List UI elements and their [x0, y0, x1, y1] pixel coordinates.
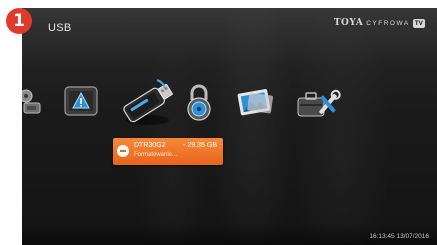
- date-time: 16:13:45 13/07/2016: [369, 233, 429, 240]
- pictures-icon[interactable]: [234, 86, 276, 118]
- brand-logo: TOYA CYFROWA TV: [334, 18, 425, 28]
- device-size: - 29.35 GB: [183, 142, 217, 149]
- brand-tv-badge: TV: [412, 18, 425, 28]
- lock-icon[interactable]: [182, 82, 216, 122]
- page-title: USB: [48, 22, 72, 34]
- tv-screen: USB TOYA CYFROWA TV DTR30G2 - 29.35 GB F…: [22, 8, 437, 245]
- multimedia-icon[interactable]: [22, 86, 44, 116]
- disc-icon: [117, 145, 129, 157]
- brand-sub: CYFROWA: [366, 19, 410, 27]
- usb-device-card[interactable]: DTR30G2 - 29.35 GB Formatowanie...: [113, 138, 223, 165]
- menu-carousel: [22, 74, 437, 134]
- step-badge: 1: [6, 8, 32, 34]
- brand-name: TOYA: [333, 18, 364, 28]
- tools-icon[interactable]: [294, 86, 342, 122]
- device-name: DTR30G2: [134, 142, 166, 149]
- info-icon[interactable]: [62, 84, 100, 118]
- device-status: Formatowanie...: [134, 152, 178, 158]
- status-bar: 16:13:45 13/07/2016: [22, 223, 437, 245]
- usb-drive-icon[interactable]: [117, 74, 177, 130]
